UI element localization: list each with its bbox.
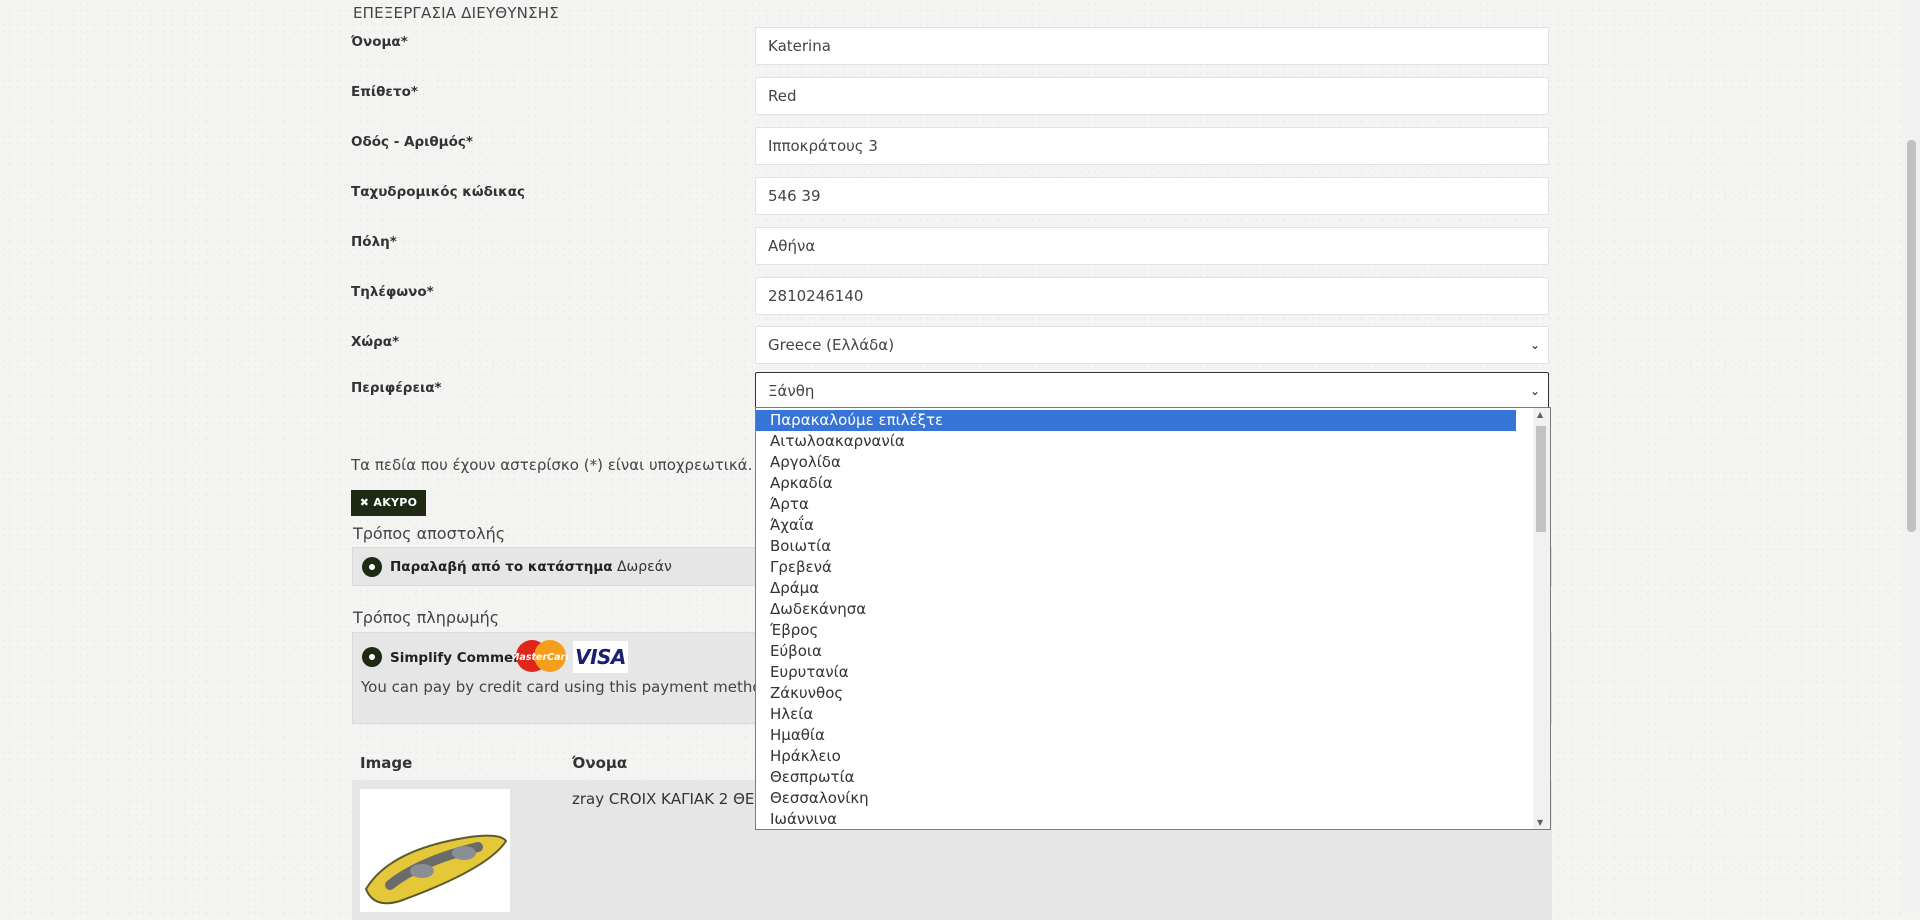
phone-input[interactable]: 2810246140: [755, 277, 1549, 315]
region-option[interactable]: Άχαΐα: [756, 515, 1550, 536]
shipping-option: Παραλαβή από το κατάστημα Δωρεάν: [390, 559, 672, 575]
cancel-button[interactable]: ✖ ΑΚΥΡΟ: [351, 490, 426, 516]
dropdown-scrollbar[interactable]: ▲ ▼: [1533, 408, 1550, 829]
postcode-input[interactable]: 546 39: [755, 177, 1549, 215]
region-option[interactable]: Ζάκυνθος: [756, 683, 1550, 704]
region-option[interactable]: Αρκαδία: [756, 473, 1550, 494]
region-option[interactable]: Παρακαλούμε επιλέξτε: [756, 410, 1516, 431]
region-label: Περιφέρεια*: [351, 380, 442, 396]
visa-text: VISA: [575, 645, 626, 669]
shipping-option-label: Παραλαβή από το κατάστημα: [390, 559, 613, 575]
scroll-up-icon[interactable]: ▲: [1537, 410, 1543, 419]
table-header-name: Όνομα: [572, 754, 628, 772]
street-label: Οδός - Αριθμός*: [351, 134, 473, 150]
visa-logo: VISA: [573, 641, 628, 673]
payment-title: Τρόπος πληρωμής: [353, 608, 500, 627]
table-header-image: Image: [360, 754, 413, 772]
page-scrollbar[interactable]: [1903, 0, 1920, 912]
region-option[interactable]: Δράμα: [756, 578, 1550, 599]
scroll-down-icon[interactable]: ▼: [1537, 818, 1543, 827]
product-image[interactable]: [360, 789, 510, 912]
street-input[interactable]: Ιπποκράτους 3: [755, 127, 1549, 165]
region-option[interactable]: Θεσσαλονίκη: [756, 788, 1550, 809]
first-name-label: Όνομα*: [351, 34, 408, 50]
country-select[interactable]: Greece (Ελλάδα) ⌄: [755, 326, 1549, 364]
region-option[interactable]: Ηράκλειο: [756, 746, 1550, 767]
region-dropdown-list[interactable]: Παρακαλούμε επιλέξτε Αιτωλοακαρνανία Αργ…: [755, 407, 1551, 830]
region-option[interactable]: Ηλεία: [756, 704, 1550, 725]
region-option[interactable]: Έβρος: [756, 620, 1550, 641]
shipping-option-price: Δωρεάν: [616, 559, 672, 575]
last-name-input[interactable]: Red: [755, 77, 1549, 115]
mastercard-logo: MasterCard: [510, 639, 572, 673]
region-option[interactable]: Βοιωτία: [756, 536, 1550, 557]
required-note: Τα πεδία που έχουν αστερίσκο (*) είναι υ…: [351, 456, 753, 474]
region-option[interactable]: Δωδεκάνησα: [756, 599, 1550, 620]
region-select-value: Ξάνθη: [768, 382, 815, 400]
region-option[interactable]: Άρτα: [756, 494, 1550, 515]
mastercard-text: MasterCard: [514, 652, 568, 663]
payment-description: You can pay by credit card using this pa…: [361, 678, 772, 696]
region-option[interactable]: Αργολίδα: [756, 452, 1550, 473]
shipping-title: Τρόπος αποστολής: [353, 524, 506, 543]
region-option[interactable]: Αιτωλοακαρνανία: [756, 431, 1550, 452]
first-name-input[interactable]: Katerina: [755, 27, 1549, 65]
dropdown-scroll-thumb[interactable]: [1536, 426, 1546, 532]
cancel-button-label: ΑΚΥΡΟ: [373, 496, 418, 509]
payment-radio[interactable]: [362, 647, 382, 667]
country-select-value: Greece (Ελλάδα): [768, 336, 895, 354]
region-option[interactable]: Εύβοια: [756, 641, 1550, 662]
region-option[interactable]: Ημαθία: [756, 725, 1550, 746]
last-name-label: Επίθετο*: [351, 84, 418, 100]
country-label: Χώρα*: [351, 334, 400, 350]
region-option[interactable]: Θεσπρωτία: [756, 767, 1550, 788]
product-name[interactable]: zray CROIX ΚΑΓΙΑΚ 2 ΘΕΣΕ: [572, 790, 773, 808]
region-option[interactable]: Ιωάννινα: [756, 809, 1550, 829]
shipping-radio[interactable]: [362, 557, 382, 577]
city-input[interactable]: Αθήνα: [755, 227, 1549, 265]
close-icon: ✖: [359, 496, 370, 509]
chevron-down-icon: ⌄: [1529, 338, 1540, 352]
city-label: Πόλη*: [351, 234, 397, 250]
region-options: Παρακαλούμε επιλέξτε Αιτωλοακαρνανία Αργ…: [756, 408, 1550, 829]
region-option[interactable]: Γρεβενά: [756, 557, 1550, 578]
page-scroll-thumb[interactable]: [1907, 140, 1916, 532]
region-select[interactable]: Ξάνθη ⌄: [755, 372, 1549, 410]
section-title: ΕΠΕΞΕΡΓΑΣΙΑ ΔΙΕΥΘΥΝΣΗΣ: [353, 4, 559, 22]
phone-label: Τηλέφωνο*: [351, 284, 434, 300]
postcode-label: Ταχυδρομικός κώδικας: [351, 184, 526, 200]
region-option[interactable]: Ευρυτανία: [756, 662, 1550, 683]
chevron-down-icon: ⌄: [1529, 384, 1540, 398]
